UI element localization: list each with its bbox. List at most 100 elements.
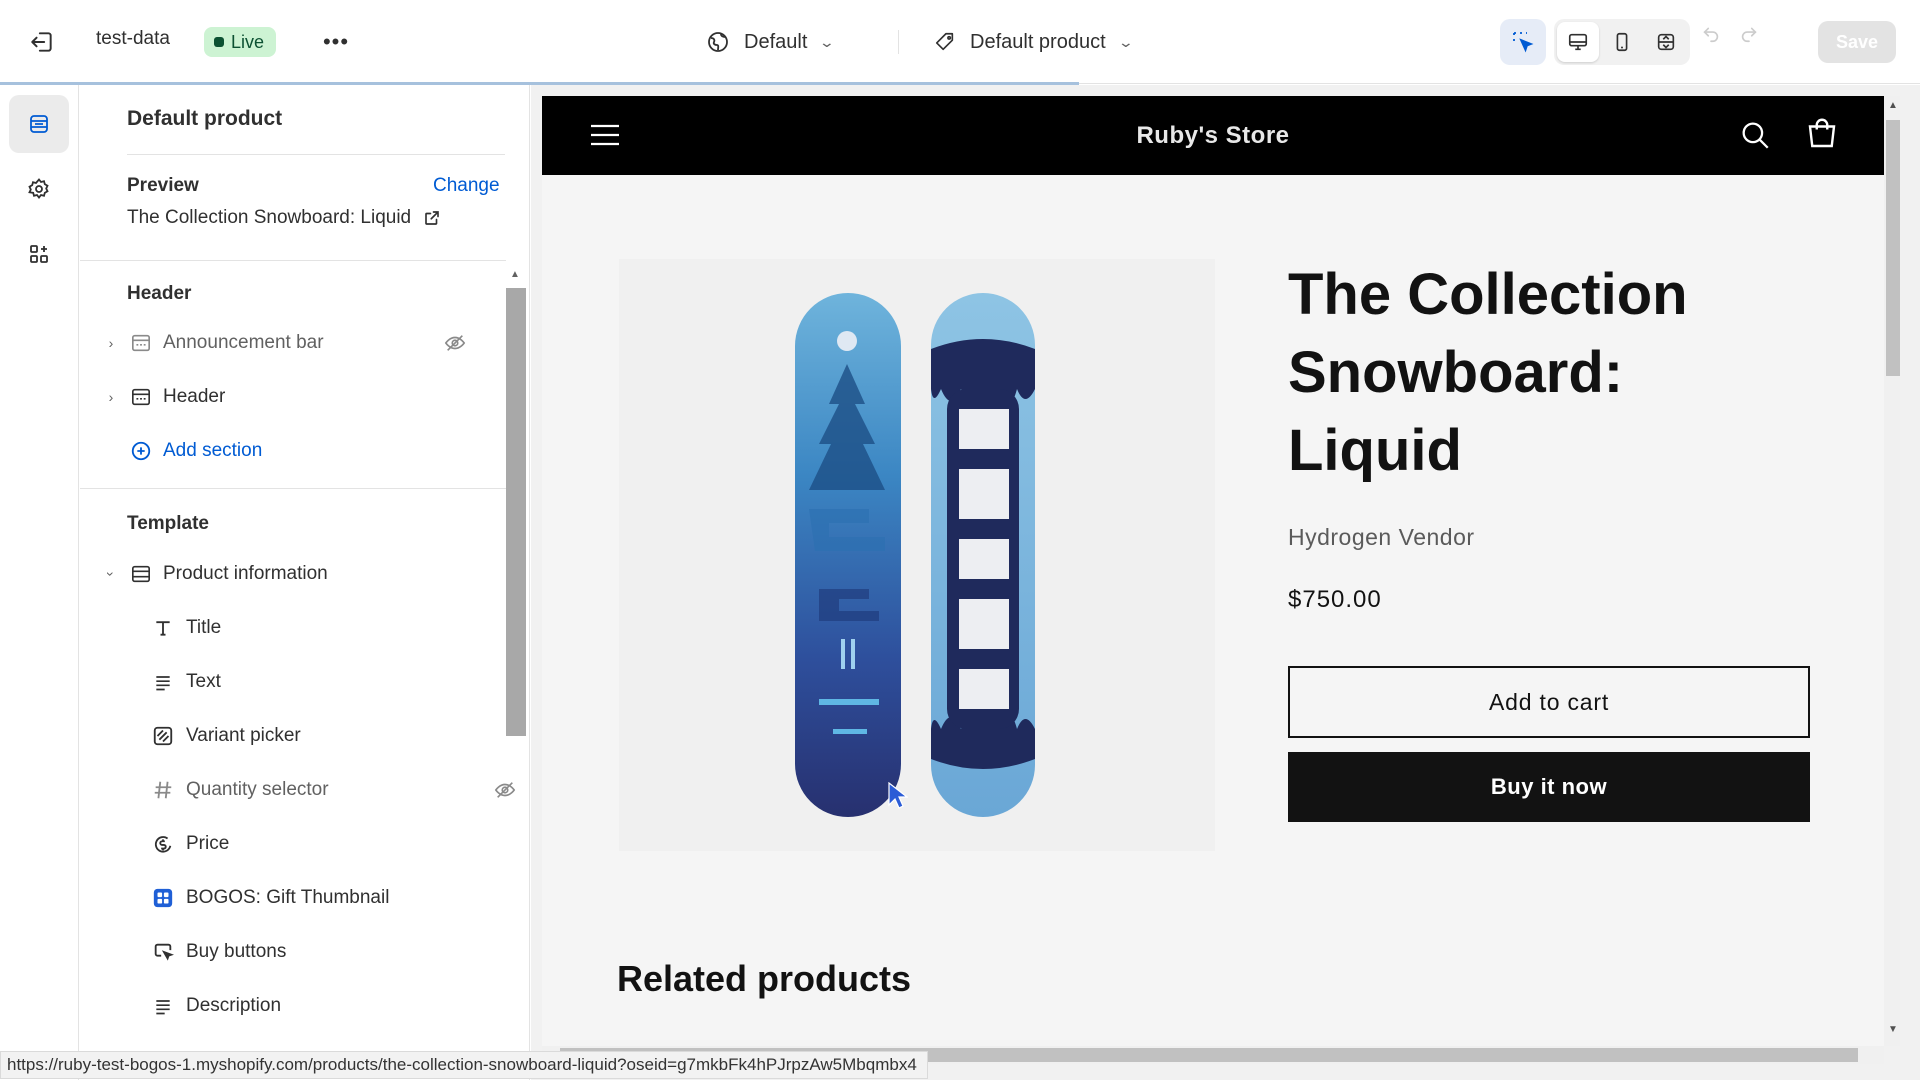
search-icon (1742, 122, 1769, 149)
sections-rail-button[interactable] (9, 95, 69, 153)
sections-panel: Default product Preview Change The Colle… (80, 85, 530, 1080)
preview-product-name: The Collection Snowboard: Liquid (127, 207, 412, 228)
hash-icon (150, 779, 176, 801)
mobile-view-button[interactable] (1601, 22, 1643, 62)
header-group-heading: Header (127, 283, 192, 304)
section-product-information[interactable]: › Product information (100, 552, 500, 596)
chevron-down-icon[interactable]: › (103, 563, 119, 585)
mouse-cursor-icon (888, 782, 908, 809)
chevron-down-icon: ⌄ (819, 33, 836, 50)
section-layout-icon (128, 386, 154, 408)
panel-divider (80, 260, 506, 261)
snowboard-image (795, 293, 1035, 817)
store-search-button[interactable] (1738, 118, 1772, 157)
sections-icon (30, 115, 48, 133)
more-actions-button[interactable]: ••• (316, 24, 356, 60)
store-name[interactable]: test-data (96, 28, 170, 50)
block-label: Quantity selector (186, 779, 329, 800)
add-section-label: Add section (163, 440, 263, 461)
block-price[interactable]: Price (150, 822, 529, 866)
undo-icon[interactable] (1700, 22, 1722, 44)
hidden-eye-icon[interactable] (444, 332, 466, 360)
mobile-icon (1616, 32, 1628, 52)
theme-selector-label: Default (744, 30, 808, 53)
block-bogos-gift-thumbnail[interactable]: BOGOS: Gift Thumbnail (150, 876, 529, 920)
live-badge: Live (204, 27, 277, 57)
block-variant-picker[interactable]: Variant picker (150, 714, 529, 758)
block-buy-buttons[interactable]: Buy buttons (150, 930, 529, 974)
variant-icon (150, 725, 176, 747)
hidden-eye-icon[interactable] (494, 779, 516, 807)
device-switcher (1554, 19, 1690, 65)
plus-circle-icon (128, 440, 154, 462)
product-price: $750.00 (1288, 586, 1382, 613)
product-title: The Collection Snowboard: Liquid (1288, 262, 1688, 483)
fullwidth-view-button[interactable] (1645, 22, 1687, 62)
preview-product[interactable]: The Collection Snowboard: Liquid (127, 207, 441, 229)
app-block-icon (150, 887, 176, 909)
exit-icon (31, 32, 52, 52)
text-icon (150, 671, 176, 693)
section-announcement-bar[interactable]: › Announcement bar (100, 321, 500, 365)
gear-icon (28, 178, 49, 199)
theme-settings-rail-button[interactable] (9, 160, 69, 218)
section-layout-icon (128, 563, 154, 585)
block-quantity-selector[interactable]: Quantity selector (150, 768, 529, 812)
template-selector-label: Default product (970, 30, 1106, 53)
preview-scrollbar-thumb[interactable] (1886, 120, 1900, 376)
product-image[interactable] (619, 259, 1215, 851)
redo-icon[interactable] (1738, 22, 1760, 44)
apps-icon (30, 245, 48, 263)
block-description[interactable]: Description (150, 984, 529, 1028)
scroll-up-arrow[interactable]: ▲ (1888, 100, 1898, 111)
status-bar-url: https://ruby-test-bogos-1.myshopify.com/… (0, 1051, 928, 1079)
add-section-button[interactable]: Add section (100, 429, 500, 473)
block-label: Price (186, 833, 230, 854)
scroll-down-arrow[interactable]: ▼ (1888, 1024, 1898, 1035)
tag-icon (935, 32, 954, 51)
store-title[interactable]: Ruby's Store (542, 122, 1884, 150)
template-group-heading: Template (127, 513, 210, 534)
inspector-toggle-button[interactable] (1500, 19, 1546, 65)
block-label: Title (186, 617, 222, 638)
select-cursor-icon (1513, 32, 1534, 53)
section-label: Announcement bar (163, 332, 324, 353)
scroll-up-arrow[interactable]: ▲ (510, 269, 520, 280)
panel-divider (127, 154, 505, 155)
store-cart-button[interactable] (1804, 116, 1840, 157)
topbar-divider (898, 30, 899, 54)
block-label: Buy buttons (186, 941, 287, 962)
block-text[interactable]: Text (150, 660, 529, 704)
chevron-right-icon[interactable]: › (100, 389, 122, 405)
save-button[interactable]: Save (1818, 21, 1896, 63)
panel-divider (80, 488, 506, 489)
external-link-icon[interactable] (423, 209, 441, 227)
section-label: Product information (163, 563, 328, 584)
desktop-view-button[interactable] (1557, 22, 1599, 62)
template-selector[interactable]: Default product ⌄ (934, 22, 1134, 62)
exit-button[interactable] (22, 22, 62, 62)
chevron-right-icon[interactable]: › (100, 335, 122, 351)
cart-icon (1808, 118, 1836, 148)
theme-selector[interactable]: Default ⌄ (706, 22, 836, 62)
buy-it-now-button[interactable]: Buy it now (1288, 752, 1810, 822)
change-preview-link[interactable]: Change (433, 175, 500, 197)
panel-scrollbar-thumb[interactable] (506, 288, 526, 736)
apps-rail-button[interactable] (9, 225, 69, 283)
related-products-heading: Related products (617, 958, 912, 999)
block-label: Text (186, 671, 221, 692)
live-dot-icon (214, 37, 224, 47)
block-label: Variant picker (186, 725, 301, 746)
live-badge-label: Live (231, 31, 265, 52)
expand-icon (1657, 33, 1675, 51)
block-label: Description (186, 995, 282, 1016)
section-layout-icon (128, 332, 154, 354)
block-label: BOGOS: Gift Thumbnail (186, 887, 390, 908)
panel-title: Default product (127, 107, 283, 130)
section-header[interactable]: › Header (100, 375, 500, 419)
block-title[interactable]: Title (150, 606, 529, 650)
price-icon (150, 833, 176, 855)
add-to-cart-button[interactable]: Add to cart (1288, 666, 1810, 738)
title-icon (150, 617, 176, 639)
editor-icon-rail (0, 85, 79, 1080)
